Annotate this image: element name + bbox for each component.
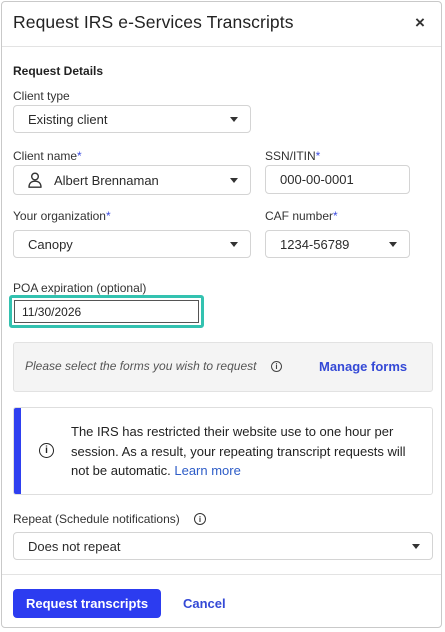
poa-label: POA expiration (optional) [13,281,147,295]
caf-select[interactable]: 1234-56789 [265,230,410,258]
close-icon[interactable]: × [415,14,425,31]
cancel-button[interactable]: Cancel [183,596,226,611]
header-divider [2,46,441,47]
organization-label: Your organization* [13,209,111,223]
ssn-input[interactable]: 000-00-0001 [265,165,410,194]
forms-selection-box: Please select the forms you wish to requ… [13,342,433,392]
alert-message: The IRS has restricted their website use… [71,424,406,478]
info-icon: i [39,443,54,458]
section-title: Request Details [13,64,104,78]
chevron-down-icon [412,544,420,549]
client-type-value: Existing client [28,111,108,127]
client-name-select[interactable]: Albert Brennaman [13,165,251,195]
request-transcripts-button[interactable]: Request transcripts [13,589,161,618]
dialog-title: Request IRS e-Services Transcripts [13,12,294,32]
request-transcripts-dialog: Request IRS e-Services Transcripts × Req… [1,1,442,628]
client-type-label: Client type [13,89,70,103]
forms-prompt: Please select the forms you wish to requ… [25,359,257,373]
chevron-down-icon [230,117,238,122]
ssn-value: 000-00-0001 [280,172,354,187]
info-icon[interactable]: i [194,513,206,525]
manage-forms-link[interactable]: Manage forms [319,359,407,374]
organization-value: Canopy [28,236,73,252]
client-name-value: Albert Brennaman [54,172,159,188]
ssn-label: SSN/ITIN* [265,149,321,163]
irs-restriction-alert: i The IRS has restricted their website u… [13,407,433,495]
repeat-label: Repeat (Schedule notifications) [13,512,180,526]
chevron-down-icon [230,178,238,183]
repeat-select[interactable]: Does not repeat [13,532,433,560]
person-icon [28,172,42,188]
repeat-value: Does not repeat [28,538,121,554]
alert-accent-bar [14,408,21,494]
caf-label: CAF number* [265,209,338,223]
info-icon[interactable]: i [271,361,282,372]
poa-expiration-input[interactable]: 11/30/2026 [14,300,199,323]
chevron-down-icon [230,242,238,247]
footer-divider [2,574,441,575]
client-name-label: Client name* [13,149,82,163]
client-type-select[interactable]: Existing client [13,105,251,133]
poa-focus-ring: 11/30/2026 [9,295,204,328]
caf-value: 1234-56789 [280,236,350,252]
chevron-down-icon [389,242,397,247]
organization-select[interactable]: Canopy [13,230,251,258]
learn-more-link[interactable]: Learn more [174,463,240,478]
